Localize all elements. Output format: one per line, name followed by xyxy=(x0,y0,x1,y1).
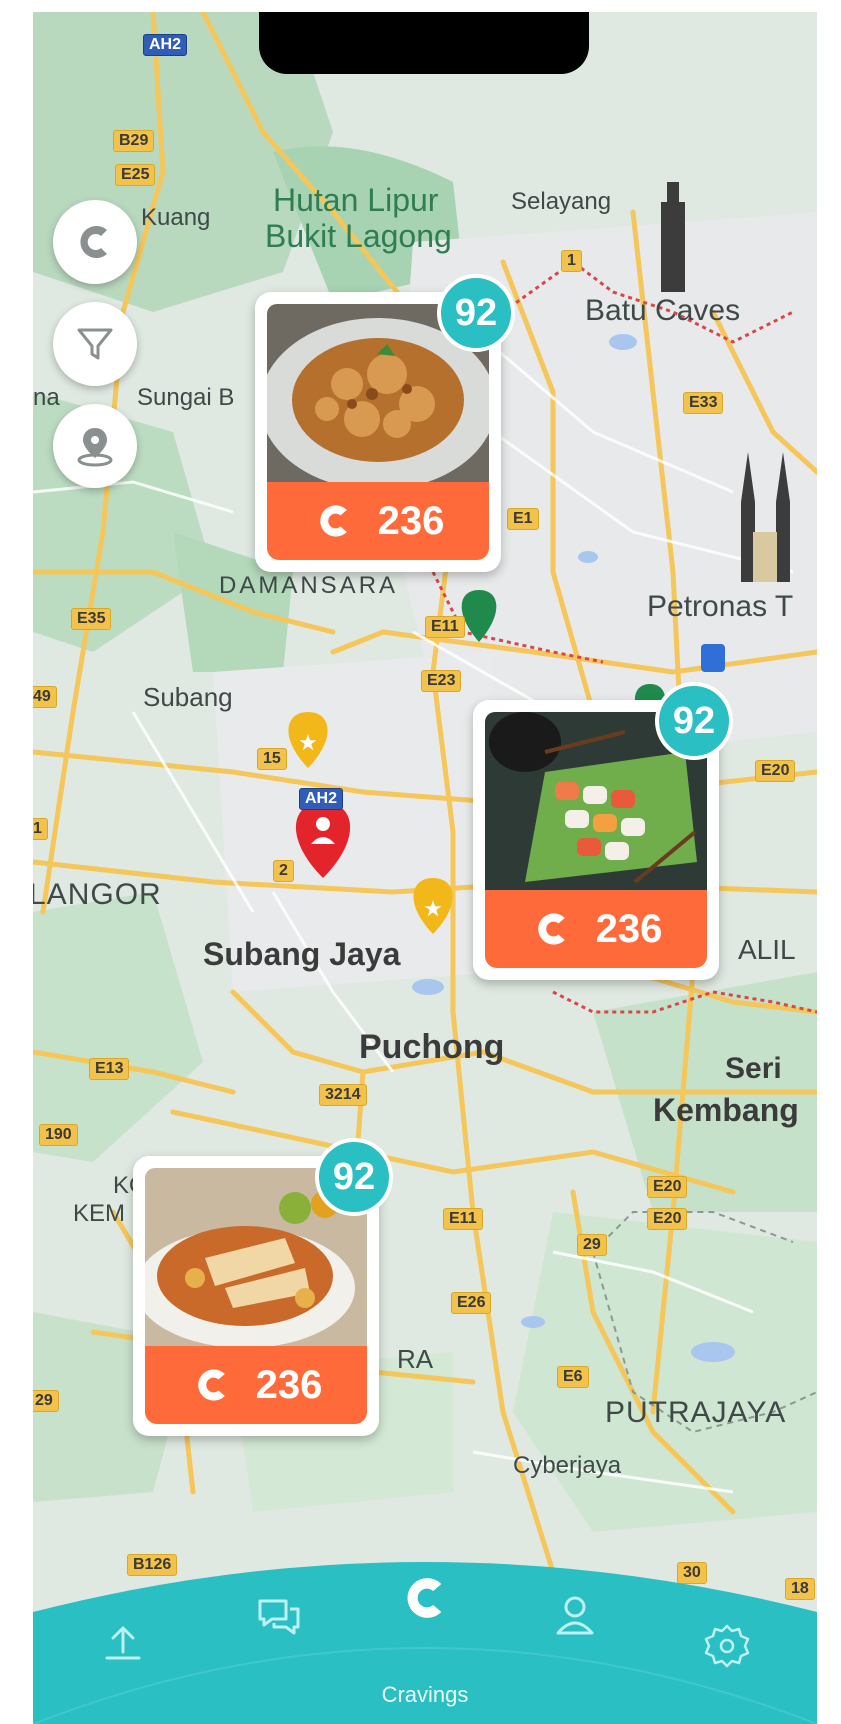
location-pin-icon xyxy=(77,428,113,467)
brand-logo-icon xyxy=(80,226,107,258)
road-shield: E11 xyxy=(425,616,465,638)
map-label: RA xyxy=(397,1344,434,1374)
filter-button[interactable] xyxy=(53,302,137,386)
map-label: Subang Jaya xyxy=(203,936,401,972)
svg-text:★: ★ xyxy=(423,897,443,922)
road-shield: E20 xyxy=(647,1176,688,1198)
craving-count: 236 xyxy=(377,498,445,543)
profile-icon xyxy=(556,1596,594,1635)
road-shield: 15 xyxy=(257,748,287,770)
road-shield: AH2 xyxy=(143,34,188,56)
road-shield: 29 xyxy=(33,1390,59,1412)
brand-logo-icon xyxy=(537,913,565,945)
filter-icon xyxy=(77,328,113,360)
map-label: Hutan Lipur xyxy=(273,182,439,218)
nav-settings[interactable] xyxy=(697,1616,757,1676)
craving-count: 236 xyxy=(255,1362,323,1407)
restaurant-card[interactable]: 236 92 xyxy=(133,1138,393,1436)
road-shield: E26 xyxy=(451,1292,492,1314)
upload-icon xyxy=(105,1626,141,1660)
map-label: Sungai B xyxy=(137,384,235,411)
road-shield: E25 xyxy=(115,164,156,186)
road-shield: E13 xyxy=(89,1058,130,1080)
road-shield: E20 xyxy=(647,1208,688,1230)
map-label: LANGOR xyxy=(33,878,162,911)
road-shield: B29 xyxy=(113,130,155,152)
craving-count: 236 xyxy=(595,906,663,951)
nav-cravings[interactable] xyxy=(395,1568,455,1628)
road-shield: E23 xyxy=(421,670,462,692)
nav-profile[interactable] xyxy=(545,1586,605,1646)
map-label: Kembang xyxy=(653,1092,799,1128)
card-footer: 236 xyxy=(145,1346,367,1424)
map-label: PUTRAJAYA xyxy=(605,1396,787,1429)
map-label: Subang xyxy=(143,682,233,712)
svg-text:★: ★ xyxy=(298,731,318,756)
road-shield: 190 xyxy=(39,1124,78,1146)
restaurant-card[interactable]: 236 92 xyxy=(255,274,515,572)
road-shield: E6 xyxy=(557,1366,589,1388)
app-screen: ★ ★ Hutan Lipur Bukit Lagong Selayang Ku… xyxy=(33,12,817,1724)
gear-icon xyxy=(704,1624,750,1668)
map-label: Cyberjaya xyxy=(513,1452,622,1479)
device-notch xyxy=(259,12,589,74)
brand-logo-button[interactable] xyxy=(53,200,137,284)
map-label: Seri xyxy=(725,1052,782,1085)
map-label: DAMANSARA xyxy=(219,572,399,599)
map-label: KEM xyxy=(73,1200,126,1227)
road-shield: E1 xyxy=(507,508,539,530)
road-shield: 1 xyxy=(561,250,582,272)
road-shield: E20 xyxy=(755,760,796,782)
road-shield: AH2 xyxy=(299,788,344,810)
score-badge: 92 xyxy=(315,1138,393,1216)
map-label: Batu Caves xyxy=(585,294,741,327)
nav-active-label: Cravings xyxy=(381,1682,469,1707)
nav-chat[interactable] xyxy=(249,1586,309,1646)
score-badge: 92 xyxy=(437,274,515,352)
road-shield: E11 xyxy=(443,1208,483,1230)
brand-logo-icon xyxy=(407,1578,442,1618)
card-footer: 236 xyxy=(485,890,707,968)
map-label: na xyxy=(33,384,60,411)
map-label: Bukit Lagong xyxy=(265,218,452,254)
road-shield: E33 xyxy=(683,392,724,414)
road-shield: 3214 xyxy=(319,1084,367,1106)
brand-logo-icon xyxy=(197,1369,225,1401)
map-label: Kuang xyxy=(141,204,211,231)
nav-upload[interactable] xyxy=(93,1612,153,1672)
card-footer: 236 xyxy=(267,482,489,560)
road-shield: 1 xyxy=(33,818,48,840)
road-shield: E35 xyxy=(71,608,112,630)
map-label: Selayang xyxy=(511,188,612,215)
map-label: ALIL xyxy=(738,934,796,965)
map-label: Petronas T xyxy=(647,590,794,623)
road-shield: 49 xyxy=(33,686,57,708)
road-shield: 2 xyxy=(273,860,294,882)
brand-logo-icon xyxy=(319,505,347,537)
chat-icon xyxy=(258,1599,300,1635)
score-badge: 92 xyxy=(655,682,733,760)
location-button[interactable] xyxy=(53,404,137,488)
restaurant-card[interactable]: 236 92 xyxy=(473,682,733,980)
map-label: Puchong xyxy=(359,1028,505,1066)
road-shield: 29 xyxy=(577,1234,607,1256)
